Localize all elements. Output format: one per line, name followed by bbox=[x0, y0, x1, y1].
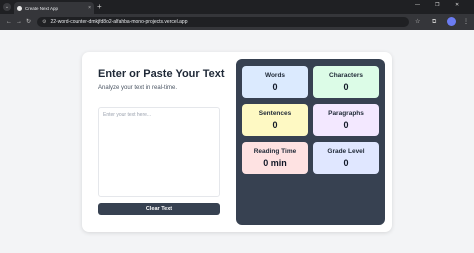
stat-value: 0 bbox=[343, 158, 349, 168]
new-tab-button[interactable]: + bbox=[97, 2, 102, 12]
clear-text-button[interactable]: Clear Text bbox=[98, 203, 220, 215]
extensions-icon[interactable]: ⧉ bbox=[432, 18, 436, 26]
minimize-button[interactable]: — bbox=[415, 2, 420, 8]
tab-title: Create Next App bbox=[25, 5, 59, 11]
page-subtitle: Analyze your text in real-time. bbox=[98, 85, 178, 91]
maximize-button[interactable]: ❐ bbox=[435, 2, 439, 8]
more-menu-icon[interactable]: ⋮ bbox=[463, 18, 469, 26]
stat-value: 0 bbox=[272, 82, 278, 92]
stat-label: Characters bbox=[329, 72, 363, 79]
stat-value: 0 bbox=[343, 120, 349, 130]
address-bar[interactable]: ⚙ 22-word-counter-dmkjfd8o2-alfahba-mono… bbox=[37, 17, 409, 27]
page-title: Enter or Paste Your Text bbox=[98, 68, 225, 80]
browser-toolbar: ← → ↻ ⚙ 22-word-counter-dmkjfd8o2-alfahb… bbox=[0, 14, 474, 30]
page-body: Enter or Paste Your Text Analyze your te… bbox=[0, 30, 474, 253]
stat-value: 0 bbox=[272, 120, 278, 130]
browser-tab[interactable]: Create Next App × bbox=[14, 2, 94, 14]
forward-button[interactable]: → bbox=[16, 18, 22, 26]
text-input[interactable] bbox=[98, 107, 220, 197]
close-window-button[interactable]: ✕ bbox=[455, 2, 459, 8]
stat-card-words: Words 0 bbox=[242, 66, 308, 98]
tab-close-icon[interactable]: × bbox=[88, 5, 91, 11]
profile-avatar[interactable] bbox=[447, 17, 456, 26]
stat-card-characters: Characters 0 bbox=[313, 66, 379, 98]
bookmark-star-icon[interactable]: ☆ bbox=[415, 18, 420, 26]
stat-label: Sentences bbox=[258, 110, 292, 117]
stat-card-grade-level: Grade Level 0 bbox=[313, 142, 379, 174]
stat-card-reading-time: Reading Time 0 min bbox=[242, 142, 308, 174]
tab-search-button[interactable]: ⌄ bbox=[3, 3, 11, 11]
url-text: 22-word-counter-dmkjfd8o2-alfahba-mono-p… bbox=[50, 19, 188, 25]
stat-value: 0 min bbox=[263, 158, 287, 168]
stat-label: Grade Level bbox=[327, 148, 365, 155]
word-counter-card: Enter or Paste Your Text Analyze your te… bbox=[82, 52, 392, 232]
stat-label: Paragraphs bbox=[328, 110, 364, 117]
site-info-icon[interactable]: ⚙ bbox=[42, 19, 46, 25]
stat-label: Words bbox=[264, 72, 286, 79]
stat-label: Reading Time bbox=[253, 148, 297, 155]
stats-panel: Words 0 Characters 0 Sentences 0 Paragra… bbox=[236, 59, 385, 225]
favicon-icon bbox=[17, 5, 22, 11]
browser-tab-bar: ⌄ Create Next App × + — ❐ ✕ bbox=[0, 0, 474, 14]
back-button[interactable]: ← bbox=[6, 18, 12, 26]
stat-value: 0 bbox=[343, 82, 349, 92]
stat-card-paragraphs: Paragraphs 0 bbox=[313, 104, 379, 136]
stat-card-sentences: Sentences 0 bbox=[242, 104, 308, 136]
reload-button[interactable]: ↻ bbox=[26, 18, 31, 26]
